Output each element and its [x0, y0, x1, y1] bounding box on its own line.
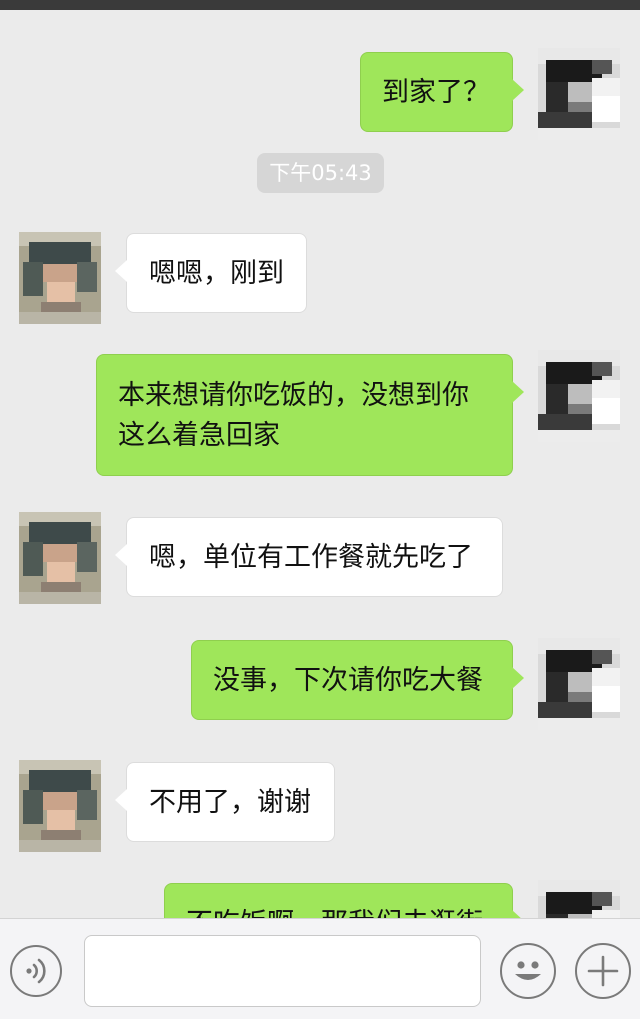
message-text: 嗯，单位有工作餐就先吃了	[149, 542, 473, 573]
message-text: 到家了？	[382, 77, 490, 108]
emoji-icon	[515, 961, 541, 980]
message-bubble-sent[interactable]: 没事，下次请你吃大餐	[191, 640, 524, 720]
message-text: 不用了，谢谢	[149, 787, 311, 818]
message-bubble-received[interactable]: 嗯嗯，刚到	[115, 233, 307, 313]
message-text: 嗯嗯，刚到	[149, 258, 284, 289]
emoji-button[interactable]	[500, 943, 556, 999]
message-text: 不吃饭啊，那我们去逛街	[186, 904, 512, 918]
my-avatar[interactable]	[538, 880, 620, 918]
voice-button[interactable]	[10, 945, 62, 997]
message-bubble-sent[interactable]: 本来想请你吃饭的，没想到你 这么着急回家	[96, 354, 524, 476]
my-avatar[interactable]	[538, 638, 620, 730]
message-text: 本来想请你吃饭的，没想到你 这么着急回家	[118, 380, 469, 451]
my-avatar[interactable]	[538, 48, 620, 140]
input-bar	[0, 918, 640, 1019]
status-bar-strip	[0, 0, 640, 10]
message-text: 没事，下次请你吃大餐	[213, 665, 483, 696]
timestamp: 下午05:43	[257, 153, 384, 193]
message-bubble-sent[interactable]: 到家了？	[360, 52, 524, 132]
plus-button[interactable]	[575, 943, 631, 999]
voice-icon	[26, 958, 46, 984]
plus-icon	[587, 955, 619, 987]
message-bubble-received[interactable]: 不用了，谢谢	[115, 762, 335, 842]
message-input[interactable]	[84, 935, 481, 1007]
message-bubble-received[interactable]: 嗯，单位有工作餐就先吃了	[115, 517, 503, 597]
contact-avatar[interactable]	[19, 512, 101, 604]
my-avatar[interactable]	[538, 350, 620, 442]
message-bubble-sent[interactable]: 不吃饭啊，那我们去逛街	[164, 883, 524, 918]
chat-area[interactable]: 到家了？ 下午05:43 嗯嗯，刚到 本来想请你吃饭的，没想到你 这么着急回家 …	[0, 10, 640, 918]
contact-avatar[interactable]	[19, 232, 101, 324]
contact-avatar[interactable]	[19, 760, 101, 852]
